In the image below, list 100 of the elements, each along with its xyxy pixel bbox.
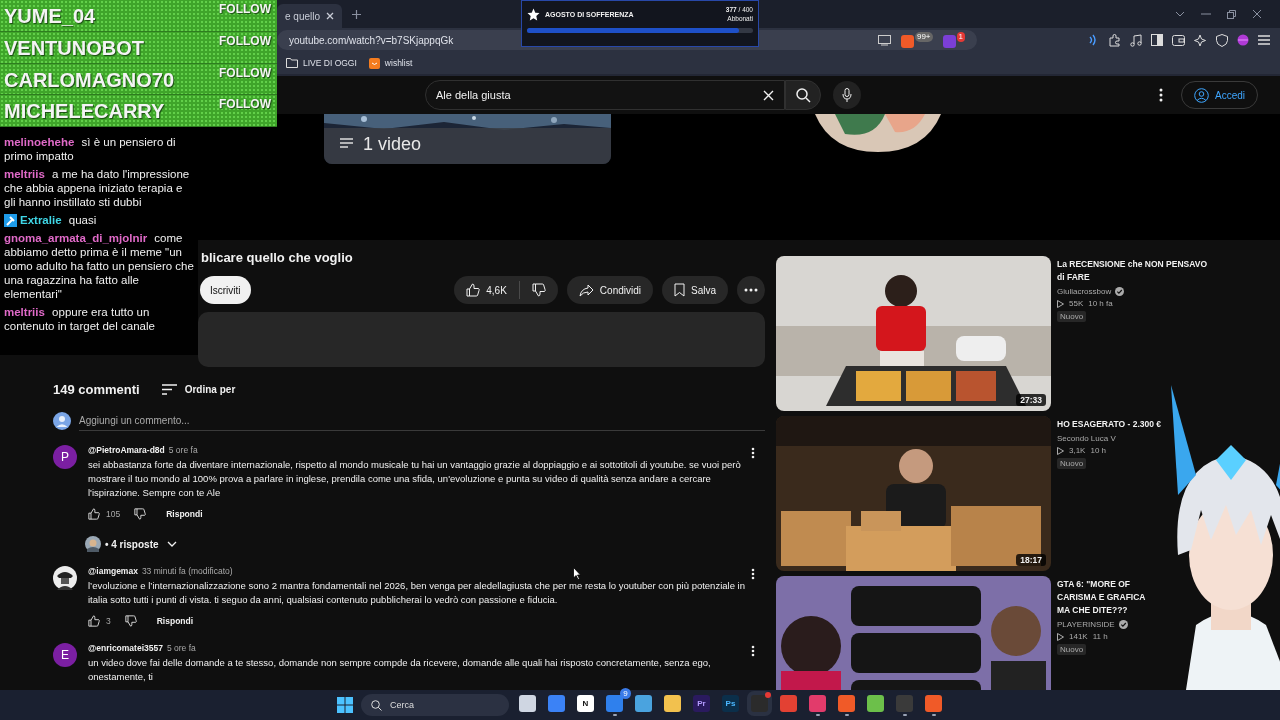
follower-name: MICHELECARRY xyxy=(4,100,165,124)
comment-text: un video dove fai delle domande a te stesso, domande non sempre compde da ricevere, domande alle quali hai risposto concretamente, senza ego, onestamente, ti xyxy=(88,656,712,684)
count-badge: 1 xyxy=(956,32,965,42)
chevron-down-icon[interactable] xyxy=(1175,11,1185,17)
playlist-icon xyxy=(340,138,353,149)
chat-message: melinoehehe sì è un pensiero di primo impatto xyxy=(4,135,177,163)
playlist-card[interactable]: 1 video xyxy=(324,114,611,164)
channel-name[interactable]: PLAYERINSIDE xyxy=(1057,620,1115,629)
video-title[interactable]: La RECENSIONE che NON PENSAVO di FARE xyxy=(1057,258,1208,284)
video-duration: 27:33 xyxy=(1016,394,1046,406)
like-icon[interactable] xyxy=(88,508,100,520)
windows-start-icon[interactable] xyxy=(337,697,353,713)
sort-button[interactable]: Ordina per xyxy=(161,384,236,395)
follower-name: VENTUNOBOT xyxy=(4,36,144,60)
video-title: blicare quello che voglio xyxy=(201,250,354,267)
thumbs-up-icon xyxy=(466,283,481,297)
sparkle-icon[interactable] xyxy=(1194,33,1207,47)
close-icon[interactable] xyxy=(326,12,335,20)
more-button[interactable] xyxy=(737,276,765,304)
orb-icon[interactable] xyxy=(1237,34,1249,46)
maximize-icon[interactable] xyxy=(1227,9,1236,19)
app-icon[interactable]: Ps xyxy=(722,694,739,712)
chat-message: meltriis oppure era tutto un contenuto in target del canale xyxy=(4,305,156,333)
view-count: 3,1K xyxy=(1069,446,1086,455)
follower-name: YUME_04 xyxy=(4,5,96,28)
puzzle-icon[interactable] xyxy=(1108,33,1121,47)
search-button[interactable] xyxy=(785,80,821,110)
app-icon[interactable]: N xyxy=(577,694,594,712)
bookmark[interactable]: wishlist xyxy=(368,57,413,69)
more-icon[interactable] xyxy=(751,447,755,459)
chat-message: meltriis a me ha dato l'impressione che abbia appena iniziato terapia e gli hanno instillato sti dubbi xyxy=(4,167,191,209)
more-icon[interactable] xyxy=(751,568,755,580)
chat-message: Extralie quasi xyxy=(20,213,97,227)
app-icon[interactable]: Pr xyxy=(693,694,710,712)
taskbar-search[interactable]: Cerca xyxy=(361,694,509,716)
new-tab-icon[interactable] xyxy=(352,9,362,19)
sort-icon xyxy=(161,384,177,395)
video-title[interactable]: GTA 6: "MORE OF CARISMA E GRAFICA MA CHE DITE??? xyxy=(1057,578,1146,617)
microphone-button[interactable] xyxy=(833,81,861,109)
more-icon[interactable] xyxy=(751,645,755,657)
comment-input[interactable]: Aggiungi un commento... xyxy=(79,411,765,431)
running-indicator xyxy=(902,713,907,716)
dislike-icon[interactable] xyxy=(124,615,137,627)
new-badge: Nuovo xyxy=(1057,311,1087,322)
microphone-icon xyxy=(842,87,852,103)
follow-label: FOLLOW xyxy=(219,33,271,48)
reply-button[interactable]: Rispondi xyxy=(156,616,194,626)
follower-name: CARLOMAGNO70 xyxy=(4,68,174,92)
browser-tab[interactable]: e quello xyxy=(277,4,343,28)
count-badge: 9 xyxy=(620,687,631,699)
bookmark[interactable]: LIVE DI OGGI xyxy=(286,58,357,68)
new-badge: Nuovo xyxy=(1057,644,1087,655)
reply-button[interactable]: Rispondi xyxy=(166,509,203,519)
view-count: 141K xyxy=(1069,632,1088,641)
subscribe-button[interactable]: Iscriviti xyxy=(200,276,251,304)
channel-name[interactable]: Giuliacrossbow xyxy=(1057,287,1112,296)
save-button[interactable]: Salva xyxy=(662,276,728,304)
comment-time: 5 ore fa xyxy=(168,445,198,455)
dislike-icon[interactable] xyxy=(134,508,147,520)
comment-author[interactable]: @iamgemax xyxy=(88,566,138,576)
tab-title: e quello xyxy=(285,10,321,22)
avatar[interactable]: P xyxy=(53,445,77,469)
video-title[interactable]: HO ESAGERATO - 2.300 € xyxy=(1057,418,1162,431)
follow-label: FOLLOW xyxy=(219,97,271,112)
menu-icon[interactable] xyxy=(1258,35,1270,45)
view-count: 55K xyxy=(1069,299,1084,308)
sound-waves-icon[interactable] xyxy=(1087,34,1099,46)
wallet-icon[interactable] xyxy=(1172,34,1185,46)
like-icon[interactable] xyxy=(88,615,100,627)
share-button[interactable]: Condividi xyxy=(566,276,653,304)
url-text: youtube.com/watch?v=b7SKjappqGk xyxy=(289,34,454,46)
channel-name[interactable]: Secondo Luca V xyxy=(1057,434,1116,443)
sidebar-icon[interactable] xyxy=(1151,34,1163,46)
upload-age: 11 h xyxy=(1092,632,1108,641)
clear-icon[interactable] xyxy=(763,89,774,101)
more-icon[interactable] xyxy=(1159,88,1163,102)
more-icon xyxy=(744,288,758,292)
thumbs-down-icon xyxy=(531,283,546,297)
music-note-icon[interactable] xyxy=(1130,33,1142,47)
follow-label: FOLLOW xyxy=(219,2,271,16)
cursor-icon xyxy=(573,567,581,580)
comment-author[interactable]: @PietroAmara-d8d xyxy=(88,445,165,455)
search-field[interactable]: Ale della giusta xyxy=(425,80,785,110)
search-icon xyxy=(371,699,382,711)
comment-author[interactable]: @enricomatei3557 xyxy=(88,643,163,653)
avatar[interactable]: E xyxy=(53,643,77,667)
comment-count: 149 commenti xyxy=(53,382,140,397)
upload-age: 10 h xyxy=(1090,446,1107,455)
running-indicator xyxy=(844,713,849,716)
close-icon[interactable] xyxy=(1252,9,1262,19)
comment-text: l’evoluzione e l’internazionalizzazione sono 2 mantra fondamentali nel 2026, ben venga per aledellagiusta che per me resta lo youtuber con più potenziale in italia sotto tutti i punti di vista. ti seguo da anni, qualsiasi contenuto pubblicherai lo vedrò con passione e fiducia. xyxy=(88,579,746,607)
upload-age: 10 h fa xyxy=(1088,299,1113,308)
cast-icon[interactable] xyxy=(877,34,891,46)
like-count: 3 xyxy=(106,616,111,626)
video-count: 1 video xyxy=(363,134,422,155)
follow-label: FOLLOW xyxy=(219,65,271,80)
replies-toggle[interactable]: • 4 risposte xyxy=(105,538,177,550)
new-badge: Nuovo xyxy=(1057,458,1087,469)
star-icon xyxy=(527,7,540,21)
share-arrow-icon xyxy=(578,283,594,297)
